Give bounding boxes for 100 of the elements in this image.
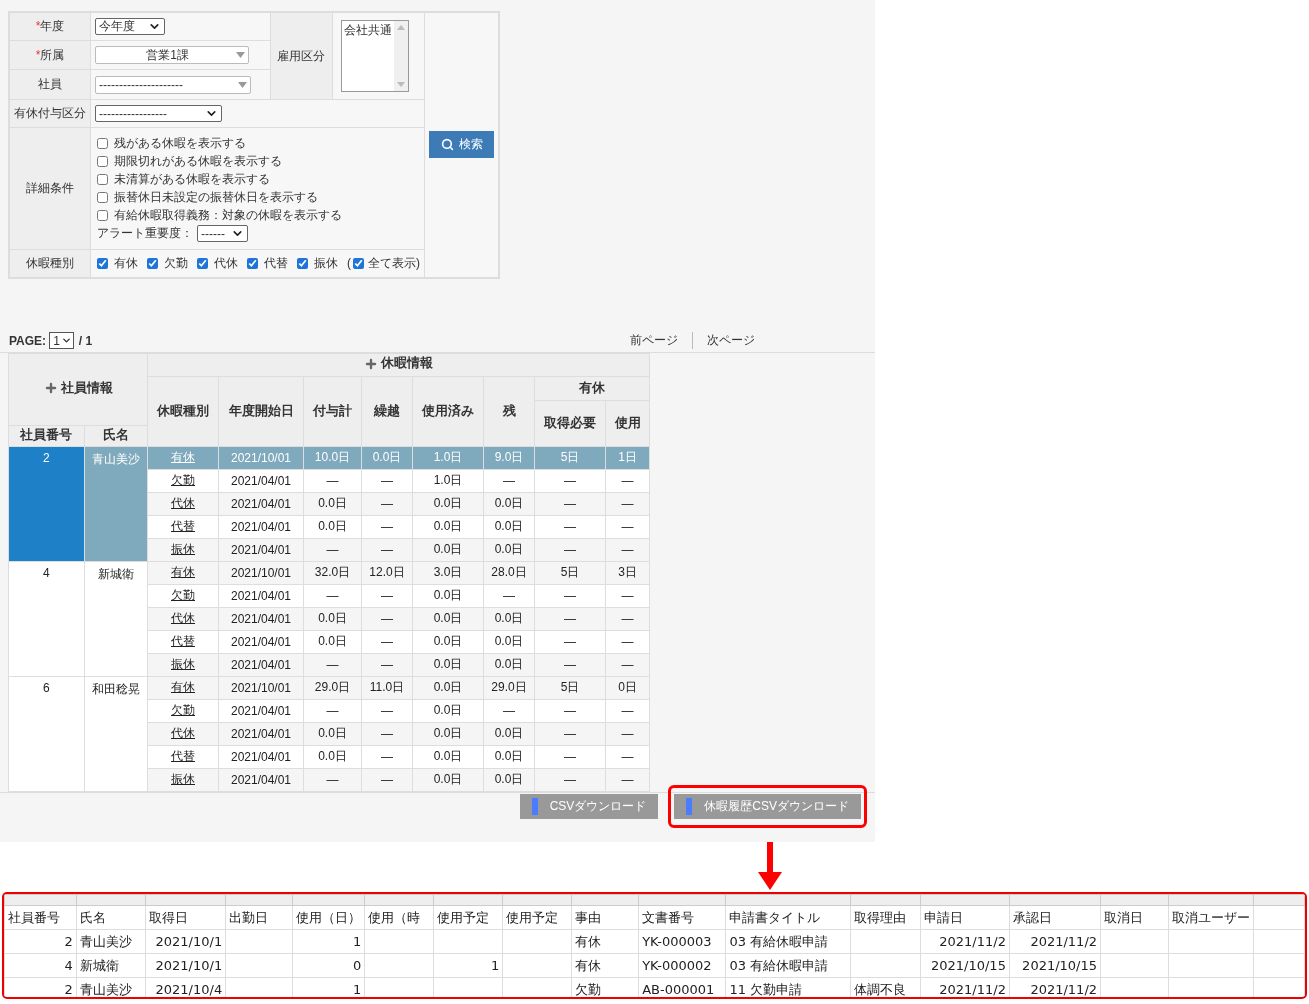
spreadsheet-cell: 申請書タイトル: [725, 905, 851, 930]
spreadsheet-cell: 使用（日）: [292, 905, 365, 930]
leave-type-link[interactable]: 欠勤: [171, 588, 195, 602]
prev-page-link[interactable]: 前ページ: [616, 332, 692, 349]
checkbox-label: 代休: [214, 254, 238, 272]
field-label: 休暇種別: [9, 249, 91, 278]
checkbox-label: 振休: [314, 254, 338, 272]
spreadsheet-cell: 使用（時: [364, 905, 434, 930]
leave-type-link[interactable]: 振休: [171, 542, 195, 556]
spreadsheet-cell: 事由: [571, 905, 639, 930]
leave-type-link[interactable]: 有休: [171, 565, 195, 579]
spreadsheet-cell: YK-000003: [638, 929, 726, 954]
down-arrow-icon: [758, 842, 782, 890]
column-header: 使用: [605, 400, 650, 446]
spreadsheet-cell: 2: [4, 977, 77, 997]
spreadsheet-cell: 1: [292, 929, 365, 954]
spreadsheet-cell: 青山美沙: [76, 929, 146, 954]
checkbox[interactable]: [97, 174, 108, 185]
grant-type-select[interactable]: -----------------: [95, 105, 222, 122]
checkbox-label: 代替: [264, 254, 288, 272]
spreadsheet-cell: YK-000002: [638, 953, 726, 978]
department-select[interactable]: 営業1課: [95, 46, 249, 65]
spreadsheet-cell: 使用予定: [433, 905, 503, 930]
spreadsheet-cell: 社員番号: [4, 905, 77, 930]
field-label: 雇用区分: [270, 12, 332, 100]
employee-select[interactable]: ---------------------: [95, 75, 251, 94]
spreadsheet-cell: 2021/10/15: [1009, 953, 1101, 978]
table-cell: 2: [8, 446, 85, 561]
leave-type-link[interactable]: 欠勤: [171, 703, 195, 717]
checkbox-label: 期限切れがある休暇を表示する: [114, 153, 282, 170]
leave-type-link[interactable]: 代替: [171, 634, 195, 648]
checkbox-label: 振替休日未設定の振替休日を表示する: [114, 189, 318, 206]
spreadsheet-cell: 出勤日: [225, 905, 293, 930]
checkbox-label: 未清算がある休暇を表示する: [114, 171, 270, 188]
checkbox-label: 残がある休暇を表示する: [114, 135, 246, 152]
table-cell: 新城衛: [84, 561, 148, 676]
year-select[interactable]: 今年度: [95, 18, 165, 35]
leave-type-link[interactable]: 代休: [171, 726, 195, 740]
spreadsheet-cell: 0: [292, 953, 365, 978]
checkbox-label: 有給休暇取得義務：対象の休暇を表示する: [114, 207, 342, 224]
column-header: 使用済み: [412, 376, 484, 446]
spreadsheet-cell: 2021/11/2: [920, 929, 1010, 954]
spreadsheet-cell: 2: [4, 929, 77, 954]
checkbox[interactable]: [97, 138, 108, 149]
search-icon: [440, 138, 454, 152]
leave-type-link[interactable]: 代休: [171, 496, 195, 510]
checkbox[interactable]: [353, 257, 364, 269]
checkbox[interactable]: [197, 257, 208, 269]
leave-type-link[interactable]: 振休: [171, 772, 195, 786]
checkbox[interactable]: [247, 257, 258, 269]
column-group-header: 休暇情報: [147, 353, 650, 376]
spreadsheet-cell: 03 有給休暇申請: [725, 953, 851, 978]
leave-type-link[interactable]: 欠勤: [171, 473, 195, 487]
spreadsheet-cell: 2021/10/15: [920, 953, 1010, 978]
spreadsheet-cell: 有休: [571, 953, 639, 978]
field-label: 詳細条件: [9, 127, 91, 250]
leave-type-link[interactable]: 振休: [171, 657, 195, 671]
checkbox[interactable]: [97, 210, 108, 221]
table-cell: 6: [8, 676, 85, 791]
alert-select[interactable]: ------: [197, 225, 248, 242]
search-button[interactable]: 検索: [429, 131, 494, 159]
page-select[interactable]: 1: [49, 332, 74, 349]
column-group-header: 有休: [534, 376, 650, 400]
table-cell: 和田稔晃: [84, 676, 148, 791]
page-total: / 1: [78, 333, 93, 348]
spreadsheet-cell: 文書番号: [638, 905, 726, 930]
column-header: 繰越: [361, 376, 413, 446]
spreadsheet-cell: 申請日: [920, 905, 1010, 930]
employment-type-listbox[interactable]: 会社共通: [340, 20, 409, 92]
spreadsheet-cell: 有休: [571, 929, 639, 954]
checkbox[interactable]: [97, 156, 108, 167]
column-header: 年度開始日: [218, 376, 304, 446]
spreadsheet-cell: 氏名: [76, 905, 146, 930]
leave-type-link[interactable]: 代替: [171, 749, 195, 763]
spreadsheet-cell: 2021/10/1: [145, 929, 226, 954]
leave-type-link[interactable]: 有休: [171, 680, 195, 694]
plus-icon: [43, 381, 58, 396]
spreadsheet-cell: 03 有給休暇申請: [725, 929, 851, 954]
field-label: *年度: [9, 12, 91, 41]
spreadsheet-cell: 取得理由: [850, 905, 921, 930]
plus-icon: [364, 356, 378, 371]
checkbox[interactable]: [147, 257, 158, 269]
leave-type-link[interactable]: 代休: [171, 611, 195, 625]
checkbox[interactable]: [297, 257, 308, 269]
field-label: *所属: [9, 40, 91, 70]
column-header: 社員番号: [8, 425, 85, 446]
spreadsheet-cell: 2021/11/2: [1009, 929, 1101, 954]
spreadsheet-cell: 新城衛: [76, 953, 146, 978]
leave-type-link[interactable]: 代替: [171, 519, 195, 533]
checkbox[interactable]: [97, 192, 108, 203]
parenthesis: (: [347, 256, 351, 271]
spreadsheet-cell: 承認日: [1009, 905, 1101, 930]
table-cell: 4: [8, 561, 85, 676]
table-cell: 青山美沙: [84, 446, 148, 561]
spreadsheet-cell: 1: [433, 953, 503, 978]
field-label: アラート重要度：: [97, 225, 193, 242]
column-header: 取得必要: [534, 400, 606, 446]
next-page-link[interactable]: 次ページ: [692, 332, 769, 349]
checkbox[interactable]: [97, 257, 108, 269]
spreadsheet-cell: 4: [4, 953, 77, 978]
